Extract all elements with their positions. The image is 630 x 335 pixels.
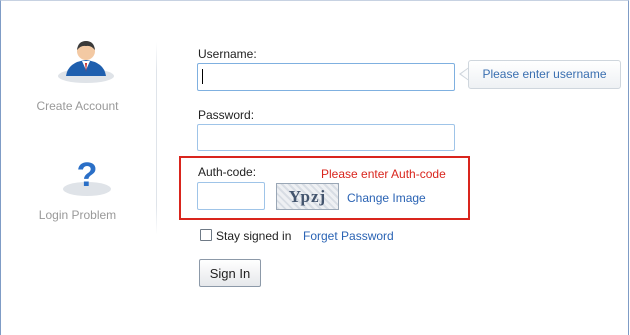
user-avatar-icon[interactable]: [56, 38, 116, 84]
password-label: Password:: [198, 108, 255, 122]
username-input[interactable]: [197, 63, 455, 91]
forget-password-link[interactable]: Forget Password: [303, 229, 394, 243]
create-account-link[interactable]: Create Account: [0, 99, 155, 113]
login-problem-link[interactable]: Login Problem: [0, 208, 155, 222]
stay-signed-in-label: Stay signed in: [216, 229, 292, 243]
password-input[interactable]: [197, 124, 455, 151]
sidebar: Create Account ? Login Problem: [0, 0, 155, 335]
svg-text:?: ?: [77, 156, 98, 194]
authcode-label: Auth-code:: [198, 165, 257, 179]
authcode-error: Please enter Auth-code: [321, 167, 446, 181]
divider: [156, 42, 157, 235]
authcode-input[interactable]: [197, 182, 265, 210]
text-cursor: [202, 69, 203, 84]
sign-in-button[interactable]: Sign In: [199, 259, 261, 287]
username-label: Username:: [198, 47, 257, 61]
stay-signed-in-checkbox[interactable]: [200, 229, 212, 241]
question-mark-icon[interactable]: ?: [61, 151, 113, 197]
captcha-image: Ypzj: [276, 183, 339, 210]
username-tooltip: Please enter username: [468, 60, 621, 89]
change-image-link[interactable]: Change Image: [347, 191, 426, 205]
